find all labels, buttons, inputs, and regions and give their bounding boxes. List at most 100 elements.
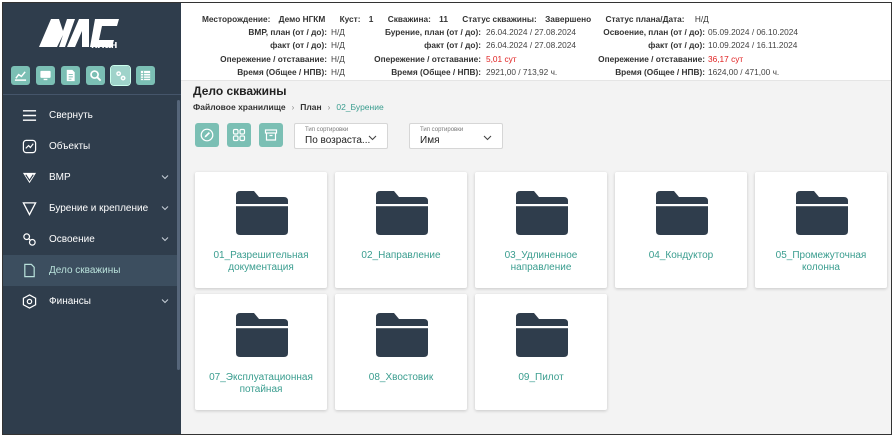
sort-order-value: По возраста... (305, 135, 371, 146)
sidebar-item-finance[interactable]: Финансы (3, 286, 177, 317)
sort-field-select[interactable]: Тип сортировки Имя (409, 123, 503, 149)
drill-delta-label: Опережение / отставание: (374, 54, 481, 64)
pad-value: 1 (368, 14, 374, 24)
sort-order-label: Тип сортировки (305, 127, 349, 133)
status-value: Завершено (545, 14, 592, 24)
edit-button[interactable] (195, 123, 219, 147)
file-icon (23, 263, 35, 278)
folder-name: 02_Направление (341, 250, 461, 262)
folder-card[interactable]: 04_Кондуктор (615, 172, 747, 288)
field-label: Месторождение: (202, 14, 271, 24)
link-icon (22, 233, 36, 246)
chevron-right-icon: › (327, 102, 331, 112)
chevron-down-icon[interactable] (161, 173, 169, 181)
vmr-plan-value: Н/Д (331, 27, 345, 37)
well-info-panel: Месторождение: Демо НГКМ Куст: 1 Скважин… (181, 3, 891, 81)
sidebar-item-label: Бурение и крепление (49, 203, 149, 214)
folder-icon (236, 313, 288, 357)
dev-fact-value: 10.09.2024 / 16.11.2024 (708, 40, 798, 50)
sidebar-item-label: Дело скважины (49, 265, 121, 276)
sidebar-item-label: ВМР (49, 172, 71, 183)
folder-card[interactable]: 08_Хвостовик (335, 294, 467, 410)
folder-name-line: потайная (239, 384, 283, 395)
folder-name-line: 08_Хвостовик (368, 372, 434, 383)
monitor-button[interactable] (36, 66, 55, 85)
folder-card[interactable]: 01_Разрешительная документация (195, 172, 327, 288)
vmr-fact-label: факт (от / до): (270, 40, 327, 50)
sidebar-item-collapse[interactable]: Свернуть (3, 100, 177, 131)
folder-name: 03_Удлиненное направление (481, 250, 601, 274)
search-button[interactable] (86, 66, 105, 85)
sidebar-scrollbar[interactable] (177, 100, 180, 370)
folder-name-line: 03_Удлиненное (504, 250, 578, 261)
vmr-delta-label: Опережение / отставание: (220, 54, 327, 64)
drill-icon (21, 202, 37, 216)
folder-icon (236, 191, 288, 235)
well-summary: Месторождение: Демо НГКМ Куст: 1 Скважин… (202, 14, 721, 24)
well-value: 11 (439, 14, 448, 24)
folder-actions (195, 123, 283, 147)
document-button[interactable] (61, 66, 80, 85)
sidebar-divider (3, 94, 181, 95)
dev-time-value: 1624,00 / 471,00 ч. (708, 67, 780, 77)
folder-name-line: 07_Эксплуатационная (209, 372, 313, 383)
chevron-right-icon: › (291, 102, 295, 112)
menu-icon (22, 110, 36, 121)
plan-status-label: Статус плана/Дата: (605, 14, 685, 24)
vmr-fact-value: Н/Д (331, 40, 345, 50)
dev-time-label: Время (Общее / НПВ): (615, 67, 705, 77)
drill-plan-value: 26.04.2024 / 27.08.2024 (486, 27, 576, 37)
sidebar-item-label: Освоение (49, 234, 95, 245)
field-value: Демо НГКМ (278, 14, 326, 24)
folder-card[interactable]: 02_Направление (335, 172, 467, 288)
logo-subtitle: план (91, 39, 118, 51)
chevron-down-icon (368, 135, 377, 141)
folder-icon (376, 191, 428, 235)
folder-card[interactable]: 07_Эксплуатационная потайная (195, 294, 327, 410)
sort-field-label: Тип сортировки (420, 127, 464, 133)
chevron-down-icon[interactable] (161, 235, 169, 243)
dev-delta-value: 36,17 сут (708, 54, 744, 64)
sidebar-item-development[interactable]: Освоение (3, 224, 177, 255)
gears-icon (116, 71, 126, 81)
archive-button[interactable] (259, 123, 283, 147)
folder-name-line: направление (510, 262, 572, 273)
breadcrumb: Файловое хранилище › План › 02_Бурение (193, 102, 384, 112)
chevron-down-icon[interactable] (161, 297, 169, 305)
vmr-delta-value: Н/Д (331, 54, 345, 64)
table-icon (140, 70, 151, 81)
folder-card[interactable]: 09_Пилот (475, 294, 607, 410)
vmr-time-value: Н/Д (331, 67, 345, 77)
folder-name-line: 05_Промежуточная (775, 250, 867, 261)
sidebar-item-vmr[interactable]: ВМР (3, 162, 177, 193)
sidebar-item-label: Финансы (49, 296, 91, 307)
vmr-time-label: Время (Общее / НПВ): (237, 67, 327, 77)
plan-status-value: Н/Д (694, 14, 709, 24)
folder-name: 09_Пилот (481, 372, 601, 384)
breadcrumb-plan[interactable]: План (300, 102, 321, 112)
folder-name-line: документация (228, 262, 294, 273)
sidebar-item-drilling[interactable]: Бурение и крепление (3, 193, 177, 224)
sidebar-item-label: Объекты (49, 141, 91, 152)
chart-icon (14, 71, 27, 81)
gears-button[interactable] (110, 65, 131, 86)
folder-name-line: 04_Кондуктор (648, 250, 714, 261)
folder-icon (656, 191, 708, 235)
chevron-down-icon[interactable] (161, 204, 169, 212)
folder-card[interactable]: 05_Промежуточная колонна (755, 172, 887, 288)
folder-icon (516, 191, 568, 235)
sidebar-item-objects[interactable]: Объекты (3, 131, 177, 162)
sidebar-item-well-file[interactable]: Дело скважины (3, 255, 177, 286)
breadcrumb-current: 02_Бурение (336, 102, 384, 112)
dev-plan-label: Освоение, план (от / до): (603, 27, 705, 37)
folder-name: 08_Хвостовик (341, 372, 461, 384)
sort-order-select[interactable]: Тип сортировки По возраста... (294, 123, 388, 149)
document-icon (66, 69, 75, 82)
pad-label: Куст: (339, 14, 361, 24)
table-button[interactable] (136, 66, 155, 85)
breadcrumb-storage[interactable]: Файловое хранилище (193, 102, 286, 112)
grid-view-button[interactable] (227, 123, 251, 147)
finance-icon (22, 294, 36, 309)
chart-button[interactable] (11, 66, 30, 85)
folder-card[interactable]: 03_Удлиненное направление (475, 172, 607, 288)
